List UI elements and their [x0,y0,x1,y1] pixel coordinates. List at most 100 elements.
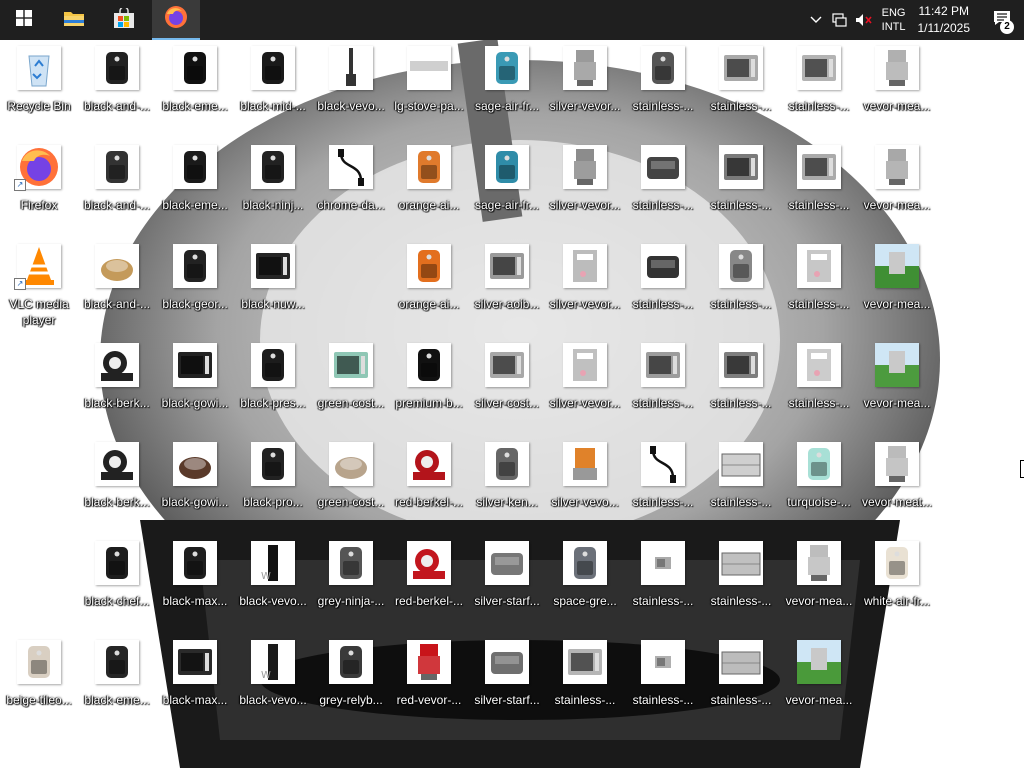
desktop-icon[interactable]: stainless-... [624,40,702,130]
clock[interactable]: 11:42 PM 1/11/2025 [912,3,981,37]
desktop-icon[interactable]: grey-ninja-... [312,535,390,625]
microsoft-store-button[interactable] [100,0,148,40]
desktop-icon[interactable]: beige-tileo... [0,634,78,724]
desktop-icon[interactable]: black-geor... [156,238,234,328]
desktop-icon[interactable]: vevor-mea... [780,634,858,724]
desktop-icon[interactable]: stainless-... [702,436,780,526]
start-button[interactable] [0,0,48,40]
network-icon[interactable] [828,0,852,40]
desktop-icon[interactable]: orange-ai... [390,238,468,328]
desktop-icon[interactable]: vevor-mea... [858,139,936,229]
desktop-icon[interactable]: vevor-mea... [858,40,936,130]
desktop-icon[interactable]: black-chef... [78,535,156,625]
desktop-icon[interactable]: stainless-... [624,238,702,328]
desktop-icon[interactable]: space-gre... [546,535,624,625]
desktop-icon[interactable]: stainless-... [780,337,858,427]
desktop-icon[interactable]: silver-vevo... [546,436,624,526]
desktop-icon[interactable]: stainless-... [702,139,780,229]
desktop-icon[interactable]: black-vevo... [312,40,390,130]
desktop-icon-label: silver-vevor... [549,99,621,113]
desktop-icon[interactable]: ↗ Firefox [0,139,78,229]
desktop-icon[interactable]: white-air-fr... [858,535,936,625]
desktop-icon[interactable]: silver-vevor... [546,337,624,427]
desktop-icon[interactable]: black-mid-... [234,40,312,130]
desktop-icon[interactable]: silver-starf... [468,634,546,724]
desktop-icon[interactable]: silver-cost... [468,337,546,427]
desktop-icon-label: silver-starf... [474,594,540,608]
desktop-icon[interactable]: black-and-... [78,238,156,328]
desktop-icon[interactable]: black-max... [156,535,234,625]
desktop-icon[interactable]: stainless-... [546,634,624,724]
desktop-icon[interactable]: black-gowi... [156,337,234,427]
desktop-icon[interactable]: black-pro... [234,436,312,526]
desktop-icon[interactable]: sage-air-fr... [468,40,546,130]
desktop-icon[interactable]: chrome-da... [312,139,390,229]
desktop-icon[interactable]: premium-b... [390,337,468,427]
desktop-icon[interactable]: silver-starf... [468,535,546,625]
desktop-icon[interactable]: silver-vevor... [546,40,624,130]
desktop-icon[interactable]: silver-vevor... [546,139,624,229]
desktop-icon[interactable]: red-berkel-... [390,436,468,526]
desktop-icon[interactable]: Wblack-vevo... [234,535,312,625]
desktop-icon[interactable]: black-and-... [78,139,156,229]
folder-icon [63,9,85,32]
desktop-icon[interactable]: black-pres... [234,337,312,427]
desktop-icon[interactable]: Recycle Bin [0,40,78,130]
desktop-icon[interactable]: stainless-... [702,535,780,625]
desktop-icon[interactable]: black-eme... [156,40,234,130]
desktop-icon[interactable]: stainless-... [624,436,702,526]
desktop-icon[interactable]: Wblack-vevo... [234,634,312,724]
desktop-icon[interactable]: silver-aoib... [468,238,546,328]
desktop-icon[interactable]: green-cost... [312,337,390,427]
volume-muted-icon[interactable] [852,0,876,40]
taskbar: ENG INTL 11:42 PM 1/11/2025 2 [0,0,1024,40]
desktop-icon[interactable]: stainless-... [624,337,702,427]
desktop-icon-label: premium-b... [395,396,463,410]
action-center-button[interactable]: 2 [980,0,1024,40]
desktop-icon[interactable]: vevor-mea... [858,238,936,328]
desktop-icon[interactable]: stainless-... [702,337,780,427]
desktop-icon[interactable]: stainless-... [624,634,702,724]
chevron-up-icon[interactable] [804,0,828,40]
desktop-icon[interactable]: black-nuw... [234,238,312,328]
desktop-icon[interactable]: black-berk... [78,337,156,427]
desktop-icon[interactable]: silver-vevor... [546,238,624,328]
desktop-icon[interactable]: turquoise-... [780,436,858,526]
file-explorer-button[interactable] [50,0,98,40]
desktop-icon[interactable]: black-ninj... [234,139,312,229]
desktop-icon-label: stainless-... [632,693,694,707]
desktop-icon-label: black-vevo... [239,594,307,608]
desktop[interactable]: Recycle Bin ↗ Firefox ↗ VLC media player beig… [0,40,1024,768]
display-icon [719,442,763,486]
desktop-icon[interactable]: lg-stove-pa... [390,40,468,130]
desktop-icon[interactable]: black-max... [156,634,234,724]
desktop-icon[interactable]: stainless-... [624,139,702,229]
desktop-icon[interactable]: black-gowi... [156,436,234,526]
desktop-icon[interactable]: green-cost... [312,436,390,526]
desktop-icon[interactable]: red-vevor-... [390,634,468,724]
desktop-icon[interactable]: black-eme... [156,139,234,229]
desktop-icon[interactable]: sage-air-fr... [468,139,546,229]
desktop-icon[interactable]: stainless-... [702,238,780,328]
firefox-taskbar-button[interactable] [152,0,200,40]
system-tray: ENG INTL 11:42 PM 1/11/2025 2 [804,0,1024,40]
desktop-icon[interactable]: red-berkel-... [390,535,468,625]
desktop-icon[interactable]: stainless-... [624,535,702,625]
desktop-icon[interactable]: grey-relyb... [312,634,390,724]
desktop-icon[interactable]: stainless-... [780,40,858,130]
desktop-icon[interactable]: vevor-meat... [858,436,936,526]
desktop-icon[interactable]: vevor-mea... [858,337,936,427]
desktop-icon-label: vevor-mea... [863,396,931,410]
desktop-icon[interactable]: black-and-... [78,40,156,130]
input-language-indicator[interactable]: ENG INTL [876,6,912,34]
desktop-icon[interactable]: vevor-mea... [780,535,858,625]
desktop-icon[interactable]: orange-ai... [390,139,468,229]
desktop-icon[interactable]: stainless-... [702,634,780,724]
desktop-icon[interactable]: stainless-... [780,139,858,229]
desktop-icon[interactable]: ↗ VLC media player [0,238,78,328]
desktop-icon[interactable]: silver-ken... [468,436,546,526]
desktop-icon[interactable]: stainless-... [780,238,858,328]
desktop-icon[interactable]: black-eme... [78,634,156,724]
desktop-icon[interactable]: black-berk... [78,436,156,526]
desktop-icon[interactable]: stainless-... [702,40,780,130]
